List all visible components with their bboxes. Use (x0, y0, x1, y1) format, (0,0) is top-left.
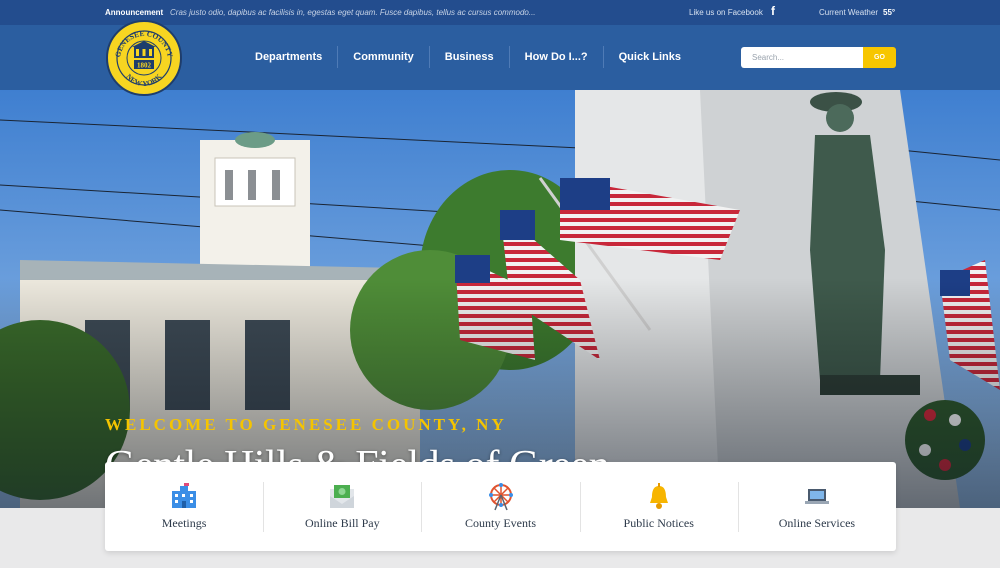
bell-icon (649, 483, 668, 509)
quick-link-label: Online Bill Pay (304, 516, 380, 530)
nav-community[interactable]: Community (338, 46, 430, 68)
building-icon (172, 483, 197, 508)
nav-quick-links[interactable]: Quick Links (604, 46, 696, 68)
search-go-button[interactable]: GO (863, 47, 896, 68)
quick-link-public-notices[interactable]: Public Notices (579, 462, 738, 551)
quick-link-county-events[interactable]: County Events (421, 462, 579, 551)
money-envelope-icon (330, 485, 355, 508)
quick-link-label: Public Notices (623, 516, 694, 530)
facebook-link[interactable]: Like us on Facebook (689, 8, 763, 17)
county-seal-logo[interactable]: GENESEE COUNTY NEW YORK 1802 (106, 20, 182, 96)
nav-how-do-i[interactable]: How Do I...? (510, 46, 604, 68)
quick-link-label: Online Services (778, 516, 856, 530)
quick-link-online-services[interactable]: Online Services (737, 462, 896, 551)
quick-links-panel: Meetings Online Bill Pay County Events P… (105, 462, 896, 551)
quick-link-label: County Events (465, 516, 536, 530)
quick-link-meetings[interactable]: Meetings (105, 462, 263, 551)
announcement-label: Announcement (105, 8, 164, 17)
announcement-text[interactable]: Cras justo odio, dapibus ac facilisis in… (170, 8, 536, 17)
ferris-wheel-icon (488, 483, 513, 511)
search-input[interactable] (741, 47, 863, 68)
hero-kicker: WELCOME TO GENESEE COUNTY, NY (105, 415, 507, 434)
quick-link-label: Meetings (161, 516, 207, 530)
weather-temp: 55° (883, 8, 896, 17)
laptop-icon (804, 489, 829, 504)
main-navigation: Departments Community Business How Do I.… (240, 46, 696, 68)
quick-link-online-bill-pay[interactable]: Online Bill Pay (263, 462, 421, 551)
nav-business[interactable]: Business (430, 46, 510, 68)
weather-label: Current Weather (819, 8, 878, 17)
nav-departments[interactable]: Departments (240, 46, 339, 68)
facebook-icon[interactable]: f (771, 4, 775, 18)
seal-year: 1802 (137, 62, 152, 70)
hero-banner: WELCOME TO GENESEE COUNTY, NY Gentle Hil… (0, 90, 1000, 508)
